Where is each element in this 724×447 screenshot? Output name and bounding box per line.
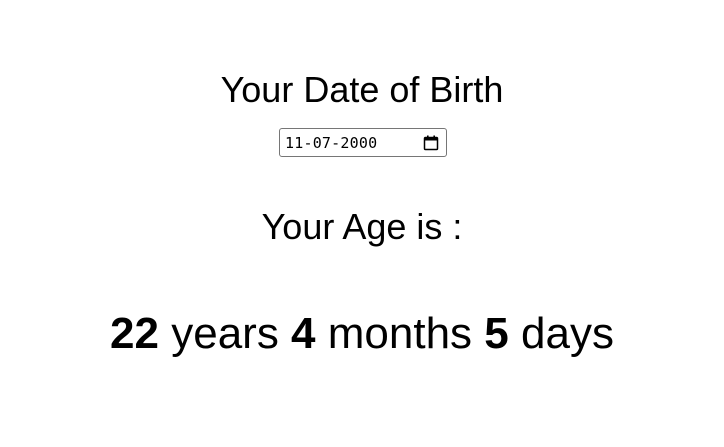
date-of-birth-input[interactable]: 11-07-2000 — [279, 128, 447, 157]
months-unit: months — [327, 309, 473, 358]
age-result: 22 years 4 months 5 days — [0, 308, 724, 360]
years-unit: years — [171, 309, 279, 358]
days-value: 5 — [484, 309, 509, 358]
calendar-icon[interactable] — [422, 134, 440, 152]
dob-heading: Your Date of Birth — [220, 69, 504, 110]
age-heading: Your Age is : — [261, 206, 463, 247]
age-calculator-page: Your Date of Birth 11-07-2000 Your Age i… — [0, 0, 724, 447]
days-unit: days — [521, 309, 614, 358]
years-value: 22 — [110, 309, 159, 358]
date-of-birth-value[interactable]: 11-07-2000 — [285, 134, 422, 152]
months-value: 4 — [291, 309, 316, 358]
